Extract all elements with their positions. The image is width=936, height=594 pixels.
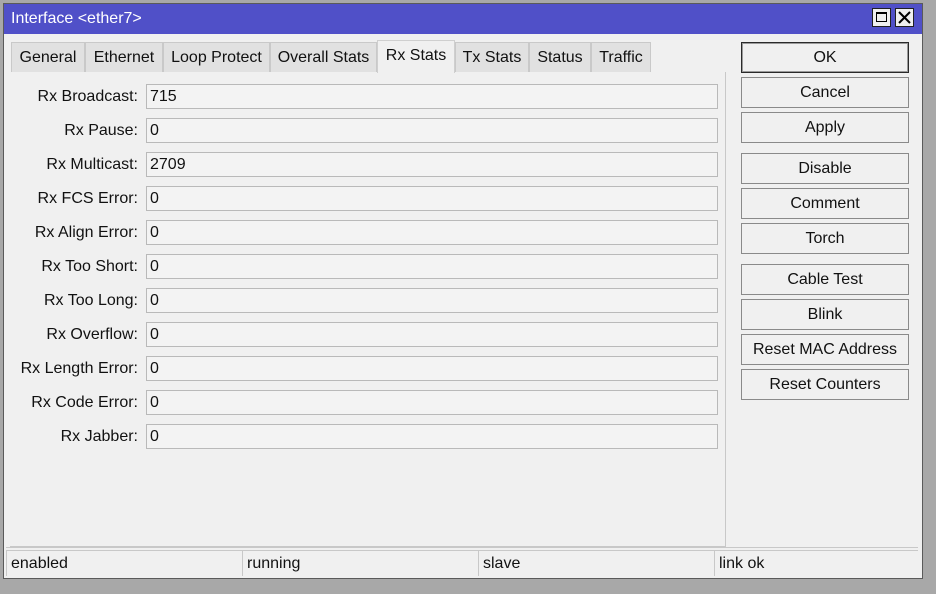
field-label: Rx Multicast: (46, 156, 138, 173)
field-row-rx-too-long: Rx Too Long: 0 (10, 288, 722, 314)
close-button[interactable] (895, 8, 914, 27)
field-row-rx-code-error: Rx Code Error: 0 (10, 390, 722, 416)
rx-length-error-field[interactable]: 0 (146, 356, 718, 381)
field-label: Rx FCS Error: (37, 190, 138, 207)
status-enabled: enabled (6, 550, 242, 576)
field-label: Rx Code Error: (31, 394, 138, 411)
field-label: Rx Too Short: (41, 258, 138, 275)
comment-button[interactable]: Comment (741, 188, 909, 219)
field-row-rx-broadcast: Rx Broadcast: 715 (10, 84, 722, 110)
rx-broadcast-field[interactable]: 715 (146, 84, 718, 109)
field-row-rx-multicast: Rx Multicast: 2709 (10, 152, 722, 178)
tab-rx-stats[interactable]: Rx Stats (377, 40, 455, 73)
field-label: Rx Overflow: (46, 326, 138, 343)
field-row-rx-length-error: Rx Length Error: 0 (10, 356, 722, 382)
tab-status[interactable]: Status (529, 42, 591, 72)
interface-window: Interface <ether7> General Ethernet Loop… (3, 3, 923, 579)
status-bar: enabled running slave link ok (6, 547, 918, 576)
rx-align-error-field[interactable]: 0 (146, 220, 718, 245)
field-label: Rx Broadcast: (37, 88, 138, 105)
status-running: running (242, 550, 478, 576)
rx-too-short-field[interactable]: 0 (146, 254, 718, 279)
field-label: Rx Jabber: (60, 428, 138, 445)
field-label: Rx Too Long: (44, 292, 138, 309)
tab-traffic[interactable]: Traffic (591, 42, 651, 72)
rx-too-long-field[interactable]: 0 (146, 288, 718, 313)
field-label: Rx Length Error: (20, 360, 138, 377)
disable-button[interactable]: Disable (741, 153, 909, 184)
rx-stats-panel: Rx Broadcast: 715 Rx Pause: 0 Rx Multica… (10, 72, 726, 547)
field-label: Rx Pause: (64, 122, 138, 139)
rx-jabber-field[interactable]: 0 (146, 424, 718, 449)
tab-loop-protect[interactable]: Loop Protect (163, 42, 270, 72)
torch-button[interactable]: Torch (741, 223, 909, 254)
tab-overall-stats[interactable]: Overall Stats (270, 42, 377, 72)
tab-general[interactable]: General (11, 42, 85, 72)
field-row-rx-too-short: Rx Too Short: 0 (10, 254, 722, 280)
reset-counters-button[interactable]: Reset Counters (741, 369, 909, 400)
field-row-rx-fcs-error: Rx FCS Error: 0 (10, 186, 722, 212)
title-bar[interactable]: Interface <ether7> (4, 4, 922, 34)
rx-fcs-error-field[interactable]: 0 (146, 186, 718, 211)
ok-button[interactable]: OK (741, 42, 909, 73)
apply-button[interactable]: Apply (741, 112, 909, 143)
tab-tx-stats[interactable]: Tx Stats (455, 42, 529, 72)
cable-test-button[interactable]: Cable Test (741, 264, 909, 295)
cancel-button[interactable]: Cancel (741, 77, 909, 108)
field-row-rx-overflow: Rx Overflow: 0 (10, 322, 722, 348)
maximize-icon (876, 12, 887, 22)
close-icon (898, 11, 911, 24)
maximize-button[interactable] (872, 8, 891, 27)
status-slave: slave (478, 550, 714, 576)
rx-multicast-field[interactable]: 2709 (146, 152, 718, 177)
field-label: Rx Align Error: (34, 224, 138, 241)
status-link: link ok (714, 550, 918, 576)
rx-pause-field[interactable]: 0 (146, 118, 718, 143)
reset-mac-address-button[interactable]: Reset MAC Address (741, 334, 909, 365)
blink-button[interactable]: Blink (741, 299, 909, 330)
field-row-rx-jabber: Rx Jabber: 0 (10, 424, 722, 450)
tab-ethernet[interactable]: Ethernet (85, 42, 163, 72)
rx-code-error-field[interactable]: 0 (146, 390, 718, 415)
field-row-rx-pause: Rx Pause: 0 (10, 118, 722, 144)
field-row-rx-align-error: Rx Align Error: 0 (10, 220, 722, 246)
window-title: Interface <ether7> (11, 10, 142, 27)
rx-overflow-field[interactable]: 0 (146, 322, 718, 347)
